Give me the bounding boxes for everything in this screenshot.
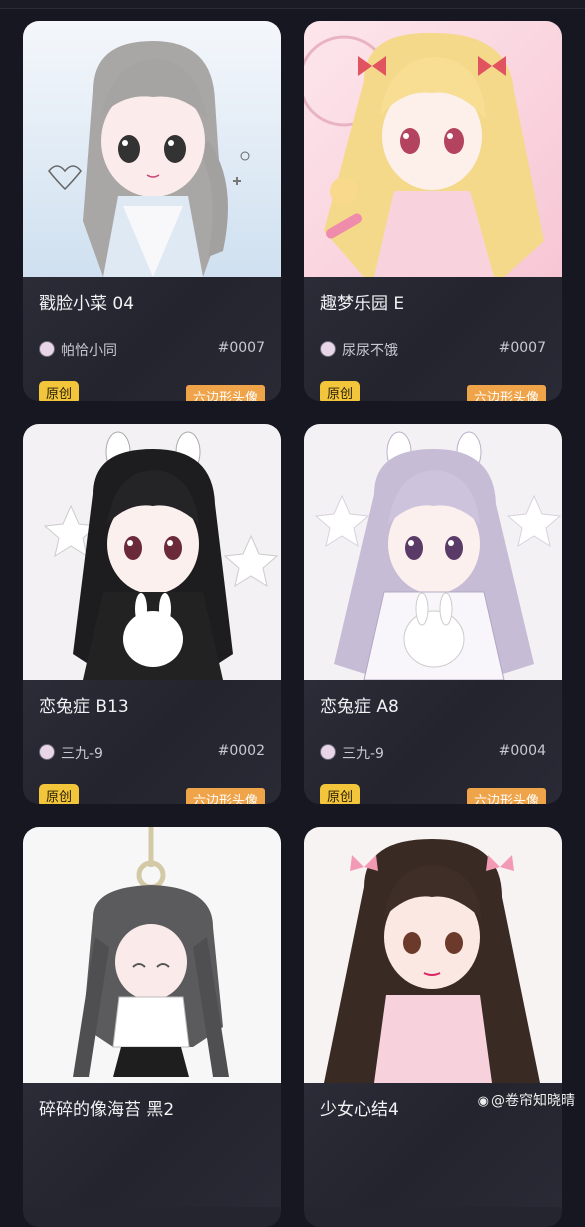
avatar-grid: 戳脸小菜 04 帕恰小同 #0007 原创 六边形头像 趣梦乐园 E 尿尿不饿 … xyxy=(0,0,585,1227)
serial-number: #0004 xyxy=(498,743,546,759)
author-avatar[interactable] xyxy=(39,744,55,760)
author-avatar[interactable] xyxy=(320,341,336,357)
original-badge: 原创 xyxy=(320,381,361,401)
weibo-icon: ◉ xyxy=(477,1094,489,1109)
author-avatar[interactable] xyxy=(320,744,336,760)
author-name[interactable]: 尿尿不饿 xyxy=(342,340,398,360)
card-info: 碎碎的像海苔 黑2 xyxy=(23,1083,281,1207)
card-title: 少女心结4 xyxy=(320,1100,399,1120)
author-row: 三九-9 #0004 xyxy=(320,743,546,764)
watermark-text: @卷帘知晓晴 xyxy=(491,1093,575,1109)
category-tag[interactable]: 六边形头像 xyxy=(466,788,546,804)
avatar-card[interactable]: 戳脸小菜 04 帕恰小同 #0007 原创 六边形头像 xyxy=(23,21,281,401)
card-artwork[interactable] xyxy=(304,21,562,277)
card-artwork[interactable] xyxy=(23,424,281,680)
author-row: 尿尿不饿 #0007 xyxy=(320,340,546,361)
card-title: 趣梦乐园 E xyxy=(320,294,405,314)
card-artwork[interactable] xyxy=(23,21,281,277)
serial-number: #0007 xyxy=(498,340,546,356)
card-artwork[interactable] xyxy=(304,827,562,1083)
card-info: 恋兔症 A8 三九-9 #0004 原创 六边形头像 xyxy=(304,680,562,804)
original-badge: 原创 xyxy=(320,784,361,804)
card-title: 恋兔症 A8 xyxy=(320,697,399,717)
card-title: 碎碎的像海苔 黑2 xyxy=(39,1100,175,1120)
author-avatar[interactable] xyxy=(39,341,55,357)
category-tag[interactable]: 六边形头像 xyxy=(185,788,265,804)
card-info: 恋兔症 B13 三九-9 #0002 原创 六边形头像 xyxy=(23,680,281,804)
card-title: 恋兔症 B13 xyxy=(39,697,129,717)
original-badge: 原创 xyxy=(39,784,80,804)
author-name[interactable]: 三九-9 xyxy=(342,743,384,763)
avatar-card[interactable]: 碎碎的像海苔 黑2 xyxy=(23,827,281,1227)
avatar-card[interactable]: 恋兔症 A8 三九-9 #0004 原创 六边形头像 xyxy=(304,424,562,804)
author-row: 帕恰小同 #0007 xyxy=(39,340,265,361)
original-badge: 原创 xyxy=(39,381,80,401)
author-row: 三九-9 #0002 xyxy=(39,743,265,764)
author-name[interactable]: 帕恰小同 xyxy=(61,340,117,360)
author-name[interactable]: 三九-9 xyxy=(61,743,103,763)
card-title: 戳脸小菜 04 xyxy=(39,294,135,314)
serial-number: #0002 xyxy=(217,743,265,759)
card-artwork[interactable] xyxy=(23,827,281,1083)
avatar-card[interactable]: 恋兔症 B13 三九-9 #0002 原创 六边形头像 xyxy=(23,424,281,804)
serial-number: #0007 xyxy=(217,340,265,356)
card-artwork[interactable] xyxy=(304,424,562,680)
category-tag[interactable]: 六边形头像 xyxy=(466,385,546,401)
category-tag[interactable]: 六边形头像 xyxy=(185,385,265,401)
card-info: 趣梦乐园 E 尿尿不饿 #0007 原创 六边形头像 xyxy=(304,277,562,401)
watermark: ◉ @卷帘知晓晴 xyxy=(478,1090,575,1110)
card-info: 戳脸小菜 04 帕恰小同 #0007 原创 六边形头像 xyxy=(23,277,281,401)
avatar-card[interactable]: 趣梦乐园 E 尿尿不饿 #0007 原创 六边形头像 xyxy=(304,21,562,401)
avatar-card[interactable]: 少女心结4 xyxy=(304,827,562,1227)
